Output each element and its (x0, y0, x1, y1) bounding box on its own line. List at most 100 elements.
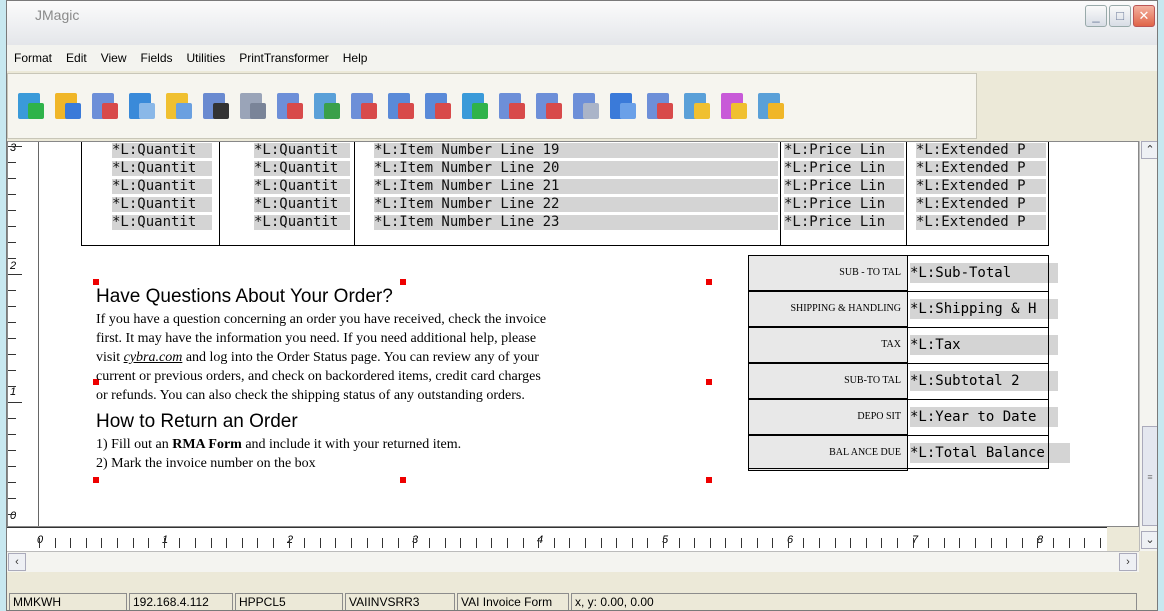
selection-handle[interactable] (400, 477, 406, 483)
maximize-button[interactable]: □ (1109, 5, 1131, 27)
line-item-ext[interactable]: *L:Extended P (916, 197, 1046, 212)
line-item-item[interactable]: *L:Item Number Line 23 (374, 215, 778, 230)
vruler-tick (8, 450, 16, 451)
line-item-price[interactable]: *L:Price Lin (784, 161, 904, 176)
selection-handle[interactable] (400, 279, 406, 285)
list-icon[interactable] (495, 89, 527, 123)
line-item-ext[interactable]: *L:Extended P (916, 161, 1046, 176)
hruler-tick (788, 538, 789, 548)
line-item-item[interactable]: *L:Item Number Line 22 (374, 197, 778, 212)
line-item-qty1[interactable]: *L:Quantit (112, 197, 212, 212)
totals-value-field[interactable]: *L:Subtotal 2 (910, 371, 1058, 391)
redo-icon[interactable] (754, 89, 786, 123)
table-divider (354, 142, 355, 246)
close-button[interactable]: ✕ (1133, 5, 1155, 27)
line-item-qty1[interactable]: *L:Quantit (112, 179, 212, 194)
table-divider (780, 142, 781, 246)
line-item-item[interactable]: *L:Item Number Line 19 (374, 143, 778, 158)
text-field-icon[interactable] (273, 89, 305, 123)
totals-value-field[interactable]: *L:Total Balance (910, 443, 1070, 463)
delete-icon[interactable] (643, 89, 675, 123)
database-icon[interactable] (162, 89, 194, 123)
vruler-tick (8, 226, 16, 227)
menu-edit[interactable]: Edit (59, 51, 94, 65)
insert-image-icon[interactable] (458, 89, 490, 123)
new-form-icon[interactable] (14, 89, 46, 123)
hruler-tick (538, 538, 539, 548)
selection-handle[interactable] (93, 279, 99, 285)
line-item-item[interactable]: *L:Item Number Line 21 (374, 179, 778, 194)
form-canvas[interactable]: 3 2 1 0 *L:Quantit *L:Quantit *L:Item Numb… (7, 141, 1139, 527)
line-item-qty1[interactable]: *L:Quantit (112, 215, 212, 230)
menu-view[interactable]: View (94, 51, 134, 65)
totals-value-field[interactable]: *L:Shipping & H (910, 299, 1058, 319)
hruler-tick (1006, 538, 1007, 548)
return-step-2: 2) Mark the invoice number on the box (96, 456, 316, 471)
totals-value-field[interactable]: *L:Tax (910, 335, 1058, 355)
vertical-scrollbar[interactable]: ⌃ ≡ ⌄ (1139, 141, 1157, 551)
grid-icon[interactable] (606, 89, 638, 123)
vruler-tick (8, 498, 16, 499)
document-icon[interactable] (569, 89, 601, 123)
select-icon[interactable] (680, 89, 712, 123)
scroll-down-button[interactable]: ⌄ (1141, 531, 1157, 549)
line-item-qty2[interactable]: *L:Quantit (254, 197, 350, 212)
totals-value-field[interactable]: *L:Sub-Total (910, 263, 1058, 283)
line-item-price[interactable]: *L:Price Lin (784, 143, 904, 158)
copy-icon[interactable] (236, 89, 268, 123)
line-item-price[interactable]: *L:Price Lin (784, 215, 904, 230)
rectangle-icon[interactable] (384, 89, 416, 123)
menu-help[interactable]: Help (336, 51, 375, 65)
hruler-tick (1037, 538, 1038, 548)
line-item-qty2[interactable]: *L:Quantit (254, 161, 350, 176)
menu-format[interactable]: Format (7, 51, 59, 65)
hruler-tick (289, 538, 290, 548)
properties-icon[interactable] (532, 89, 564, 123)
line-item-ext[interactable]: *L:Extended P (916, 143, 1046, 158)
scroll-left-button[interactable]: ‹ (8, 553, 26, 571)
hruler-tick (476, 538, 477, 548)
undo-icon[interactable] (717, 89, 749, 123)
line-item-qty2[interactable]: *L:Quantit (254, 143, 350, 158)
menu-printtransformer[interactable]: PrintTransformer (232, 51, 336, 65)
hruler-label: 2 (287, 534, 294, 546)
line-item-qty2[interactable]: *L:Quantit (254, 215, 350, 230)
scroll-right-button[interactable]: › (1119, 553, 1137, 571)
horizontal-scrollbar[interactable]: ‹ › (7, 551, 1139, 572)
status-library: VAIINVSRR3 (345, 593, 455, 610)
line-item-price[interactable]: *L:Price Lin (784, 179, 904, 194)
rma-form-label: RMA Form (172, 437, 242, 452)
print-transform-icon[interactable] (125, 89, 157, 123)
line-item-ext[interactable]: *L:Extended P (916, 215, 1046, 230)
totals-label: BAL ANCE DUE (748, 435, 908, 471)
hruler-tick (757, 538, 758, 548)
hruler-tick (944, 538, 945, 548)
totals-row-line (908, 291, 1048, 292)
menu-fields[interactable]: Fields (134, 51, 180, 65)
cybra-link[interactable]: cybra.com (124, 350, 183, 365)
barcode-icon[interactable] (199, 89, 231, 123)
minimize-button[interactable]: _ (1085, 5, 1107, 27)
menu-utilities[interactable]: Utilities (180, 51, 233, 65)
open-form-icon[interactable] (51, 89, 83, 123)
line-icon[interactable] (421, 89, 453, 123)
step1-prefix: 1) Fill out an (96, 437, 173, 452)
line-item-item[interactable]: *L:Item Number Line 20 (374, 161, 778, 176)
save-form-icon[interactable] (88, 89, 120, 123)
vertical-scroll-thumb[interactable]: ≡ (1142, 426, 1157, 526)
line-item-qty2[interactable]: *L:Quantit (254, 179, 350, 194)
line-item-qty1[interactable]: *L:Quantit (112, 161, 212, 176)
app-window: JMagic _ □ ✕ Format Edit View Fields Uti… (6, 0, 1158, 611)
selection-handle[interactable] (706, 477, 712, 483)
selection-handle[interactable] (706, 279, 712, 285)
line-item-ext[interactable]: *L:Extended P (916, 179, 1046, 194)
hruler-tick (616, 538, 617, 548)
line-item-qty1[interactable]: *L:Quantit (112, 143, 212, 158)
line-item-price[interactable]: *L:Price Lin (784, 197, 904, 212)
selection-handle[interactable] (93, 477, 99, 483)
field-box-icon[interactable] (347, 89, 379, 123)
scroll-up-button[interactable]: ⌃ (1141, 141, 1157, 159)
totals-value-field[interactable]: *L:Year to Date (910, 407, 1058, 427)
toolbar (7, 73, 977, 139)
text-field-abc-icon[interactable] (310, 89, 342, 123)
